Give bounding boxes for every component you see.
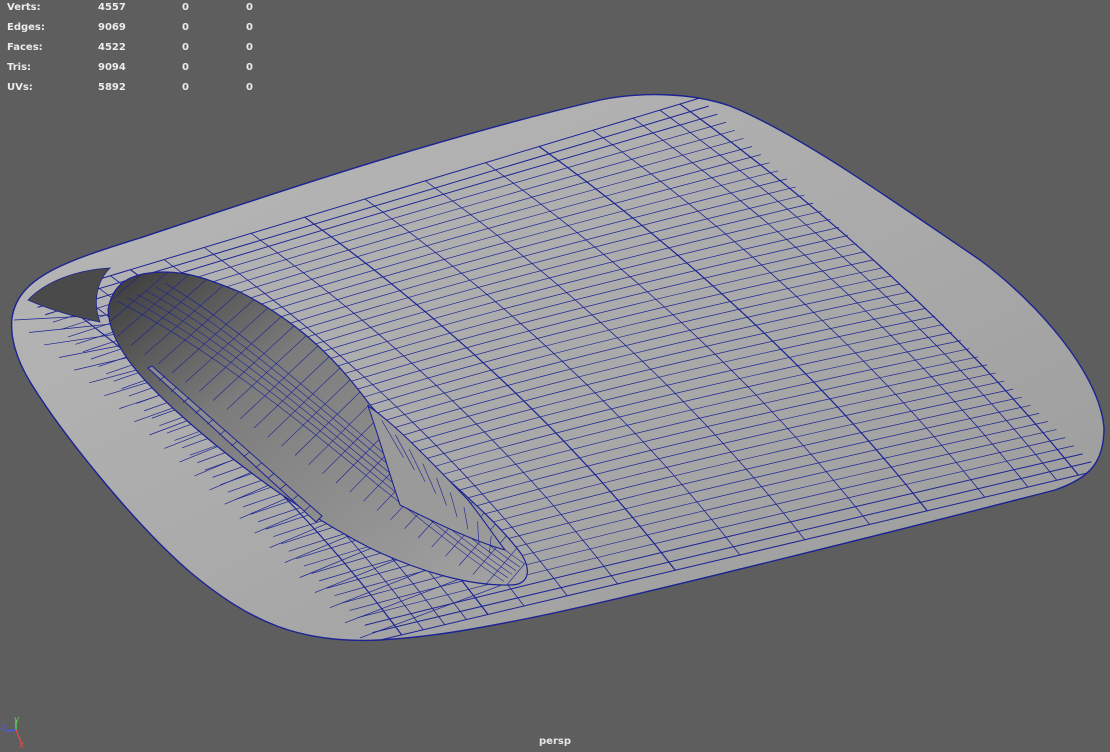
viewport-canvas[interactable]: y z x bbox=[0, 0, 1110, 752]
camera-name-label: persp bbox=[539, 736, 571, 747]
axis-z-label: z bbox=[1, 723, 6, 733]
hud-selected-alt: 0 bbox=[246, 2, 253, 13]
axis-z-line bbox=[5, 729, 17, 732]
hud-selected-alt: 0 bbox=[246, 42, 253, 53]
hud-label: Edges: bbox=[7, 22, 45, 33]
hud-total: 9069 bbox=[98, 22, 126, 33]
hud-selected-alt: 0 bbox=[246, 82, 253, 93]
hud-label: Faces: bbox=[7, 42, 43, 53]
hud-label: Verts: bbox=[7, 2, 41, 13]
hud-selected: 0 bbox=[182, 22, 189, 33]
hud-total: 5892 bbox=[98, 82, 126, 93]
hud-total: 9094 bbox=[98, 62, 126, 73]
axis-y-label: y bbox=[14, 715, 20, 725]
hud-label: UVs: bbox=[7, 82, 33, 93]
hud-selected: 0 bbox=[182, 42, 189, 53]
hud-selected: 0 bbox=[182, 2, 189, 13]
hud-total: 4522 bbox=[98, 42, 126, 53]
hud-label: Tris: bbox=[7, 62, 32, 73]
hud-selected-alt: 0 bbox=[246, 62, 253, 73]
hud-selected-alt: 0 bbox=[246, 22, 253, 33]
hud-selected: 0 bbox=[182, 62, 189, 73]
hud-selected: 0 bbox=[182, 82, 189, 93]
hud-total: 4557 bbox=[98, 2, 126, 13]
